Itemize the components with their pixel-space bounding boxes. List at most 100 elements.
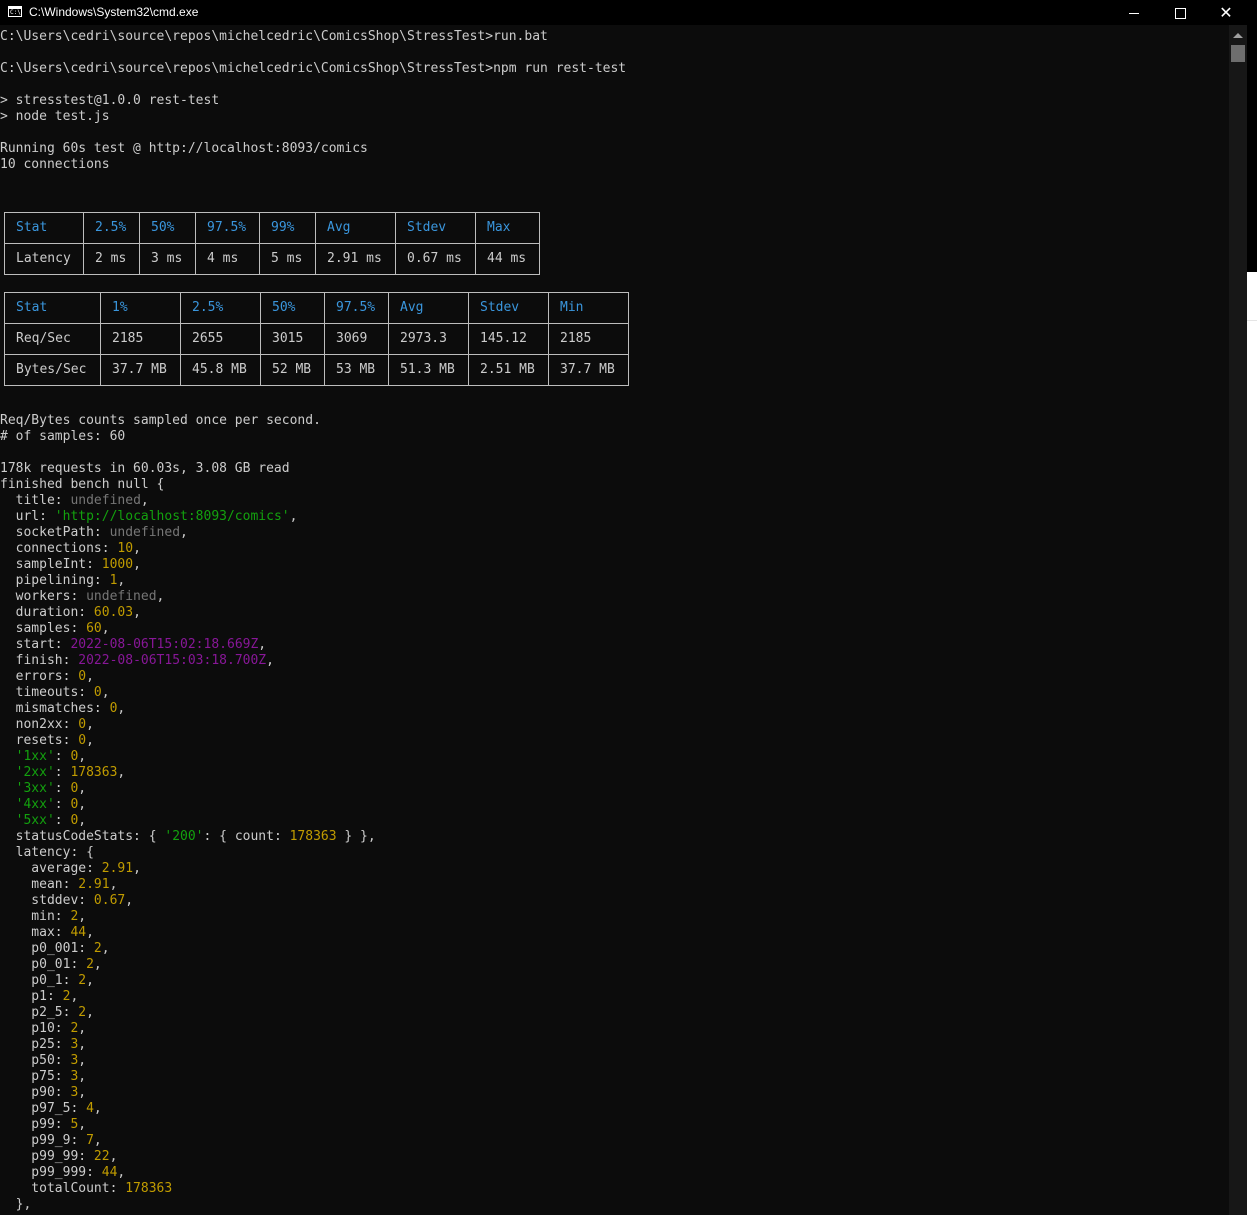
table-header-cell: 97.5% bbox=[324, 292, 389, 324]
token: , bbox=[78, 749, 87, 764]
object-property-line: '4xx': 0, bbox=[0, 797, 86, 813]
object-property-line: p99_9: 7, bbox=[0, 1133, 101, 1149]
token: } }, bbox=[336, 829, 376, 844]
object-property-line: resets: 0, bbox=[0, 733, 94, 749]
object-property-line: '5xx': 0, bbox=[0, 813, 86, 829]
window-right-frame bbox=[1247, 25, 1257, 272]
object-property-line: non2xx: 0, bbox=[0, 717, 94, 733]
object-property-line: timeouts: 0, bbox=[0, 685, 110, 701]
token: samples: bbox=[0, 621, 87, 636]
token: , bbox=[86, 973, 94, 988]
table-cell: Latency bbox=[4, 243, 84, 275]
token: 44 bbox=[101, 1165, 118, 1180]
object-property-line: start: 2022-08-06T15:02:18.669Z, bbox=[0, 637, 266, 653]
token: , bbox=[117, 573, 126, 588]
table-header-cell: Avg bbox=[315, 212, 396, 244]
token: , bbox=[70, 989, 79, 1004]
token: 0 bbox=[78, 733, 87, 748]
token: p99_99: bbox=[0, 1149, 94, 1164]
summary-line: 178k requests in 60.03s, 3.08 GB read bbox=[0, 461, 290, 476]
object-property-line: p10: 2, bbox=[0, 1021, 86, 1037]
token: socketPath: bbox=[0, 525, 110, 540]
token: , bbox=[78, 1117, 87, 1132]
table-cell: 2 ms bbox=[83, 243, 140, 275]
token: , bbox=[78, 1037, 87, 1052]
object-property-line: connections: 10, bbox=[0, 541, 141, 557]
token: , bbox=[78, 1085, 87, 1100]
object-property-line: pipelining: 1, bbox=[0, 573, 126, 589]
table-header-cell: Stdev bbox=[395, 212, 476, 244]
table-header-cell: Max bbox=[475, 212, 540, 244]
object-property-line: }, bbox=[0, 1197, 32, 1213]
table-cell: 44 ms bbox=[475, 243, 540, 275]
maximize-button[interactable] bbox=[1157, 0, 1203, 25]
token: , bbox=[86, 925, 94, 940]
cmd-app-icon-text: C:\ bbox=[10, 9, 21, 16]
token: , bbox=[140, 493, 149, 508]
token: timeouts: bbox=[0, 685, 94, 700]
token: , bbox=[78, 813, 87, 828]
token: 2022-08-06T15:03:18.700Z bbox=[78, 653, 267, 668]
table-header-cell: Stdev bbox=[468, 292, 549, 324]
token: connections: bbox=[0, 541, 118, 556]
token: resets: bbox=[0, 733, 79, 748]
token: , bbox=[101, 685, 110, 700]
table-cell: 3 ms bbox=[139, 243, 196, 275]
token: 0.67 bbox=[93, 893, 126, 908]
window-edge-line bbox=[1247, 320, 1257, 321]
table-cell: 2185 bbox=[100, 323, 181, 355]
maximize-icon bbox=[1174, 8, 1186, 20]
token: , bbox=[117, 765, 126, 780]
object-property-line: url: 'http://localhost:8093/comics', bbox=[0, 509, 298, 525]
object-property-line: p50: 3, bbox=[0, 1053, 86, 1069]
token: 60.03 bbox=[93, 605, 134, 620]
scroll-up-arrow-icon[interactable] bbox=[1233, 33, 1243, 38]
token: , bbox=[133, 541, 141, 556]
token: , bbox=[86, 733, 94, 748]
token: start: bbox=[0, 637, 71, 652]
throughput-table: Stat 1% 2.5% 50% 97.5% Avg Stdev Min Req… bbox=[4, 292, 629, 386]
minimize-button[interactable] bbox=[1111, 0, 1157, 25]
table-cell: 2655 bbox=[180, 323, 261, 355]
table-cell: 5 ms bbox=[259, 243, 316, 275]
vertical-scrollbar[interactable] bbox=[1229, 25, 1247, 1215]
console-output[interactable]: C:\Users\cedri\source\repos\michelcedric… bbox=[0, 25, 1229, 1215]
table-header-cell: 99% bbox=[259, 212, 316, 244]
finished-bench-line: finished bench null { bbox=[0, 477, 165, 492]
object-property-line: p25: 3, bbox=[0, 1037, 86, 1053]
token: duration: bbox=[0, 605, 94, 620]
close-button[interactable]: ✕ bbox=[1203, 0, 1249, 25]
object-property-line: p99_999: 44, bbox=[0, 1165, 125, 1181]
table-cell: 3015 bbox=[260, 323, 325, 355]
table-cell: 145.12 bbox=[468, 323, 549, 355]
object-property-line: '1xx': 0, bbox=[0, 749, 86, 765]
token: }, bbox=[0, 1197, 32, 1212]
object-property-line: finish: 2022-08-06T15:03:18.700Z, bbox=[0, 653, 274, 669]
scrollbar-thumb[interactable] bbox=[1231, 45, 1245, 62]
object-property-line: p0_1: 2, bbox=[0, 973, 94, 989]
object-property-line: totalCount: 178363 bbox=[0, 1181, 172, 1197]
token: '4xx' bbox=[15, 797, 55, 812]
object-property-line: stddev: 0.67, bbox=[0, 893, 133, 909]
npm-output-line: > node test.js bbox=[0, 109, 110, 124]
object-property-line: p0_01: 2, bbox=[0, 957, 101, 973]
table-row: Latency 2 ms 3 ms 4 ms 5 ms 2.91 ms 0.67… bbox=[4, 243, 540, 275]
table-cell: 2.51 MB bbox=[468, 354, 549, 386]
token: , bbox=[109, 1149, 118, 1164]
token: , bbox=[86, 669, 94, 684]
token: , bbox=[78, 781, 87, 796]
token: p99_999: bbox=[0, 1165, 102, 1180]
cmd-app-icon[interactable]: C:\ bbox=[8, 6, 22, 17]
token: 2.91 bbox=[78, 877, 110, 892]
token: pipelining: bbox=[0, 573, 110, 588]
table-header-cell: Min bbox=[548, 292, 629, 324]
table-cell: 45.8 MB bbox=[180, 354, 261, 386]
token: , bbox=[93, 1101, 102, 1116]
object-property-line: samples: 60, bbox=[0, 621, 110, 637]
token: min: bbox=[0, 909, 71, 924]
token: , bbox=[109, 877, 118, 892]
token: , bbox=[86, 717, 94, 732]
object-property-line: p99: 5, bbox=[0, 1117, 86, 1133]
